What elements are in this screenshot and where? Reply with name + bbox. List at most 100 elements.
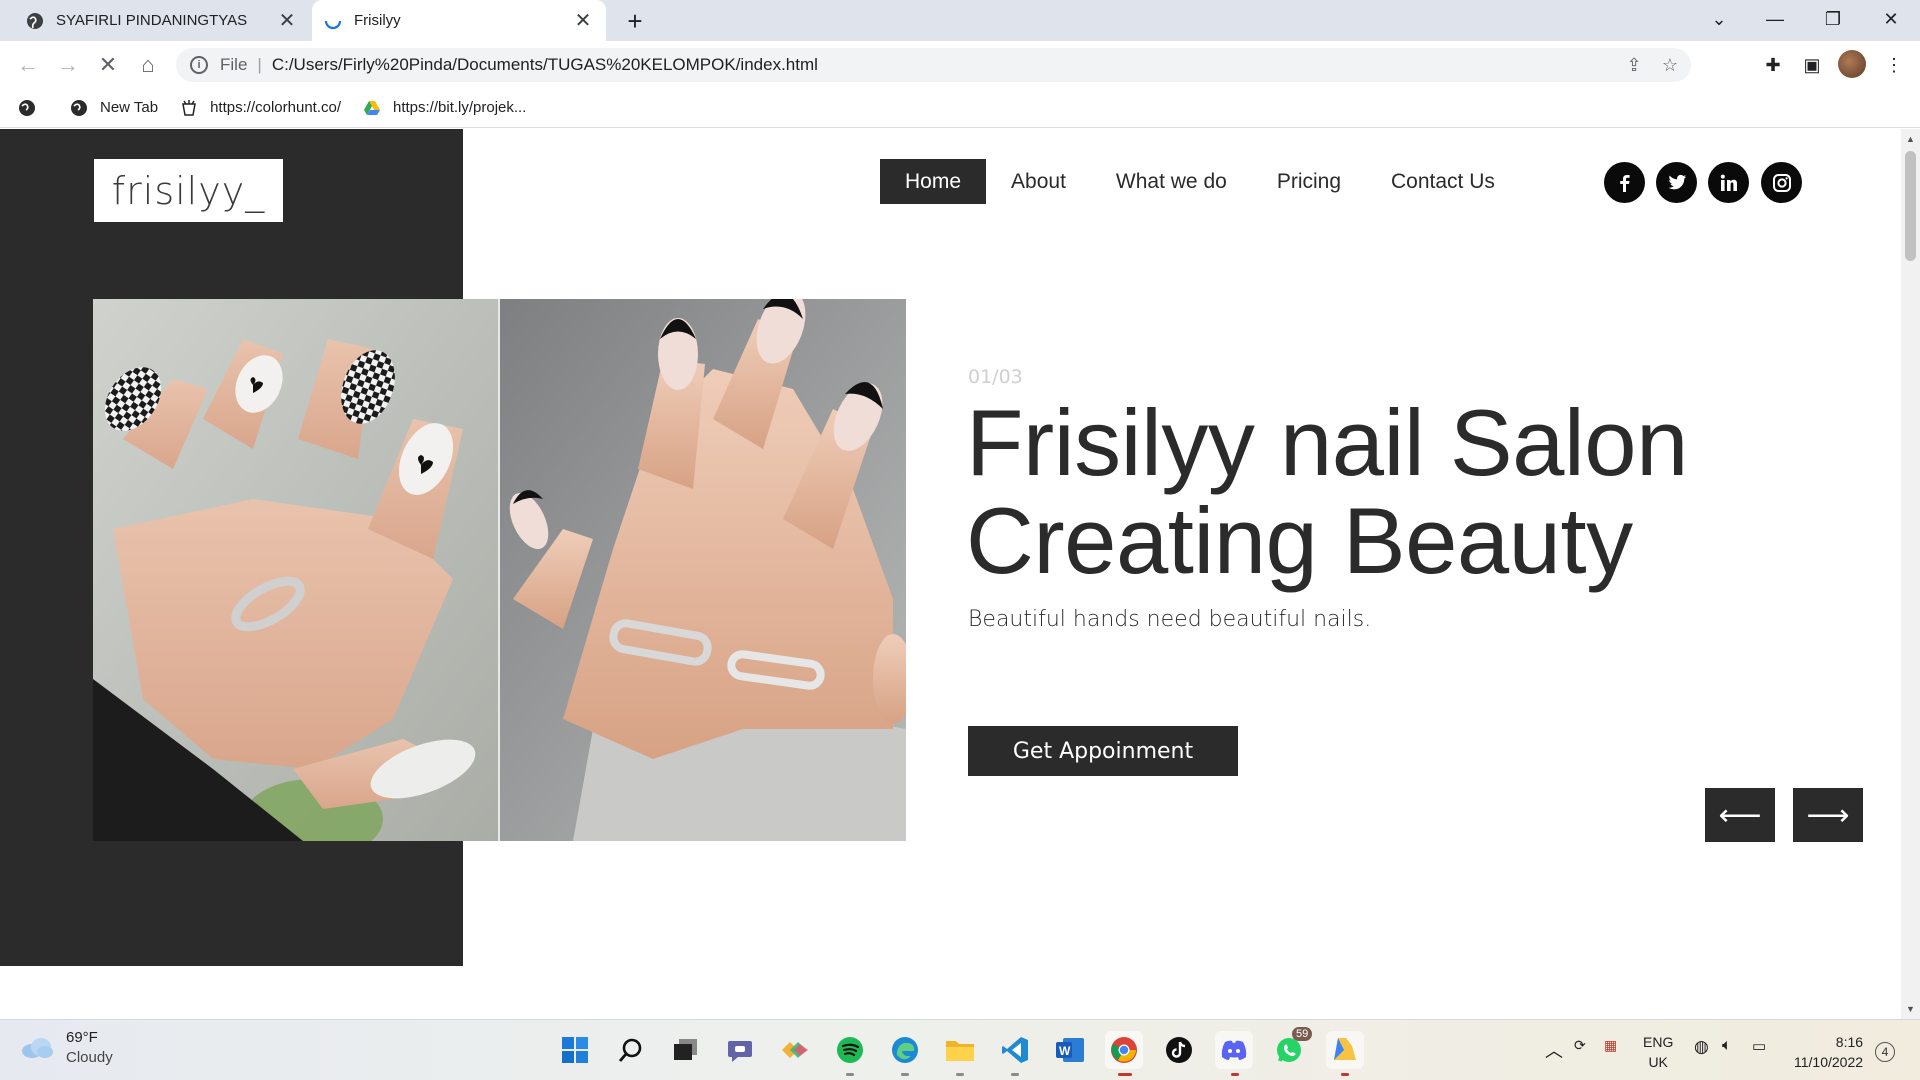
spotify-icon[interactable]	[831, 1031, 869, 1069]
bookmark-new-tab[interactable]: New Tab	[70, 99, 158, 117]
weather-temp: 69°F	[66, 1029, 98, 1046]
bookmark-star-icon[interactable]: ☆	[1655, 50, 1685, 80]
teams-chat-icon[interactable]	[721, 1031, 759, 1069]
headline-line-1: Frisilyy nail Salon	[966, 390, 1688, 495]
discord-icon[interactable]	[1215, 1031, 1253, 1069]
screen: SYAFIRLI PINDANINGTYAS ✕ Frisilyy ✕ + ⌄ …	[0, 0, 1920, 1080]
word-icon[interactable]: W	[1051, 1031, 1089, 1069]
whatsapp-icon[interactable]: 59	[1270, 1027, 1313, 1069]
svg-text:W: W	[1059, 1044, 1071, 1058]
tab-frisilyy[interactable]: Frisilyy ✕	[312, 0, 606, 41]
show-hidden-icons-icon[interactable]: ︿	[1545, 1037, 1563, 1063]
bookmark-bitly[interactable]: https://bit.ly/projek...	[363, 99, 526, 117]
bookmark-label: https://colorhunt.co/	[210, 99, 341, 116]
get-appointment-button[interactable]: Get Appoinment	[968, 726, 1238, 776]
extensions-icon[interactable]: ✚	[1757, 49, 1789, 81]
clock-date: 11/10/2022	[1794, 1054, 1864, 1070]
tray-app-icon[interactable]: ▦	[1604, 1037, 1617, 1054]
pinned-app-icon[interactable]	[1326, 1031, 1364, 1069]
nav-about[interactable]: About	[986, 159, 1091, 204]
slide-counter: 01/03	[968, 366, 1023, 388]
task-view-icon[interactable]	[667, 1031, 705, 1069]
edge-icon[interactable]	[886, 1031, 924, 1069]
pinned-app-icon[interactable]	[776, 1031, 814, 1069]
facebook-icon[interactable]	[1604, 162, 1645, 203]
battery-icon[interactable]: ▭	[1752, 1037, 1766, 1055]
bookmark-label: https://bit.ly/projek...	[393, 99, 527, 116]
browser-toolbar: ← → ✕ ⌂ i File | C:/Users/Firly%20Pinda/…	[0, 41, 1920, 88]
new-tab-button[interactable]: +	[620, 6, 650, 36]
tab-syafirli[interactable]: SYAFIRLI PINDANINGTYAS ✕	[14, 0, 310, 41]
close-tab-icon[interactable]: ✕	[570, 8, 596, 34]
tab-search-icon[interactable]: ⌄	[1690, 0, 1748, 38]
nav-pricing[interactable]: Pricing	[1252, 159, 1366, 204]
cloud-icon	[20, 1037, 54, 1059]
running-indicator	[956, 1073, 964, 1076]
forward-icon[interactable]: →	[52, 49, 84, 81]
scroll-thumb[interactable]	[1905, 151, 1916, 261]
back-icon[interactable]: ←	[12, 49, 44, 81]
globe-icon	[70, 99, 88, 117]
chrome-icon[interactable]	[1105, 1031, 1143, 1069]
lang-line-2: UK	[1648, 1054, 1668, 1070]
address-bar[interactable]: i File | C:/Users/Firly%20Pinda/Document…	[176, 48, 1691, 82]
bookmark-label: New Tab	[100, 99, 159, 116]
nav-home[interactable]: Home	[880, 159, 987, 204]
running-indicator	[901, 1073, 909, 1076]
hero-headline: Frisilyy nail Salon Creating Beauty	[966, 394, 1688, 590]
weather-widget[interactable]: 69°F Cloudy	[20, 1028, 113, 1068]
tab-strip: SYAFIRLI PINDANINGTYAS ✕ Frisilyy ✕ + ⌄ …	[0, 0, 1920, 41]
restore-button[interactable]: ❐	[1804, 0, 1862, 38]
vscode-icon[interactable]	[996, 1031, 1034, 1069]
apps-icon[interactable]	[18, 99, 48, 117]
bookmark-colorhunt[interactable]: https://colorhunt.co/	[180, 99, 341, 117]
main-nav: Home About What we do Pricing Contact Us	[880, 159, 1520, 204]
side-panel-icon[interactable]: ▣	[1796, 49, 1828, 81]
lang-line-1: ENG	[1643, 1034, 1674, 1050]
site-logo[interactable]: frisilyy_	[94, 159, 283, 222]
notification-count[interactable]: 4	[1875, 1042, 1895, 1062]
tiktok-icon[interactable]	[1160, 1031, 1198, 1069]
close-tab-icon[interactable]: ✕	[274, 8, 300, 34]
scroll-down-icon[interactable]: ▼	[1901, 1001, 1920, 1017]
linkedin-icon[interactable]	[1708, 162, 1749, 203]
hero-subline: Beautiful hands need beautiful nails.	[968, 607, 1372, 632]
page-scrollbar[interactable]: ▲ ▼	[1901, 129, 1920, 1019]
tab-title: SYAFIRLI PINDANINGTYAS	[56, 12, 248, 29]
next-slide-button[interactable]: ⟶	[1793, 788, 1863, 842]
home-icon[interactable]: ⌂	[132, 49, 164, 81]
globe-icon	[26, 12, 44, 30]
running-indicator	[1011, 1073, 1019, 1076]
whatsapp-badge: 59	[1292, 1027, 1313, 1041]
prev-slide-button[interactable]: ⟵	[1705, 788, 1775, 842]
file-explorer-icon[interactable]	[941, 1031, 979, 1069]
google-drive-icon	[363, 99, 381, 117]
hero-nail-photo	[93, 299, 906, 841]
volume-icon[interactable]: 🔈︎	[1722, 1037, 1732, 1055]
instagram-icon[interactable]	[1761, 162, 1802, 203]
minimize-button[interactable]: —	[1746, 0, 1804, 38]
search-icon[interactable]	[612, 1031, 650, 1069]
loading-spinner-icon	[324, 12, 342, 30]
twitter-icon[interactable]	[1656, 162, 1697, 203]
share-icon[interactable]: ⇪	[1619, 50, 1649, 80]
start-icon[interactable]	[556, 1031, 594, 1069]
nav-what-we-do[interactable]: What we do	[1091, 159, 1252, 204]
site-info-icon[interactable]: i	[190, 56, 208, 74]
headline-line-2: Creating Beauty	[966, 488, 1633, 593]
page-viewport: frisilyy_ Home About What we do Pricing …	[0, 129, 1901, 1019]
clock[interactable]: 8:16 11/10/2022	[1794, 1032, 1863, 1072]
url-scheme: File	[220, 55, 248, 74]
stop-loading-icon[interactable]: ✕	[92, 49, 124, 81]
url-text[interactable]: C:/Users/Firly%20Pinda/Documents/TUGAS%2…	[272, 55, 1619, 75]
close-window-button[interactable]: ✕	[1862, 0, 1920, 38]
sync-icon[interactable]: ⟳	[1574, 1037, 1586, 1054]
colorhunt-icon	[180, 99, 198, 117]
active-indicator	[1118, 1073, 1132, 1076]
network-globe-icon[interactable]: ◍	[1694, 1037, 1709, 1057]
profile-avatar[interactable]	[1838, 50, 1866, 78]
nav-contact-us[interactable]: Contact Us	[1366, 159, 1520, 204]
scroll-up-icon[interactable]: ▲	[1901, 131, 1920, 147]
menu-icon[interactable]: ⋮	[1878, 49, 1910, 81]
language-indicator[interactable]: ENG UK	[1643, 1032, 1673, 1072]
